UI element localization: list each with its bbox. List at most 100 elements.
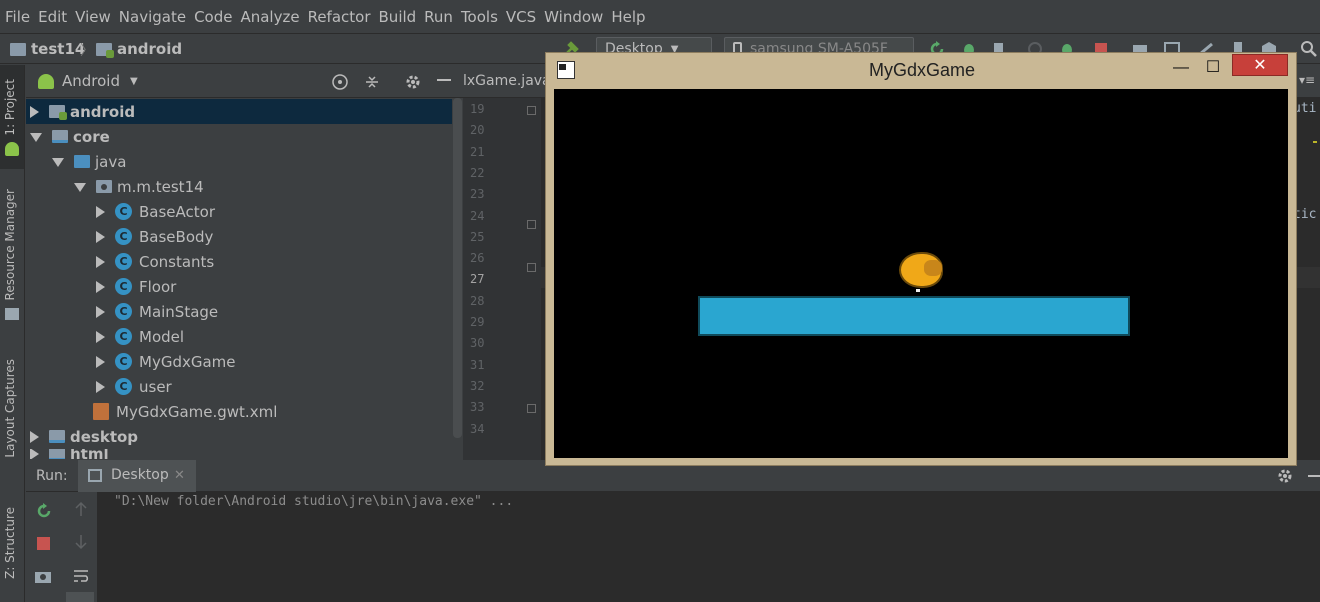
menu-navigate[interactable]: Navigate bbox=[118, 0, 193, 34]
tree-item-label: BaseActor bbox=[139, 202, 215, 221]
tree-item[interactable]: C Model bbox=[26, 324, 452, 349]
stop-icon[interactable] bbox=[35, 535, 53, 553]
game-window-titlebar[interactable]: MyGdxGame — ☐ ✕ bbox=[546, 53, 1296, 89]
tab-list-icon[interactable]: ▾≡ bbox=[1299, 73, 1315, 87]
fold-marker-icon[interactable] bbox=[527, 404, 536, 414]
collapsed-arrow-icon[interactable] bbox=[96, 355, 105, 368]
menu-edit[interactable]: Edit bbox=[37, 0, 74, 34]
console-output-line: "D:\New folder\Android studio\jre\bin\ja… bbox=[114, 494, 514, 509]
tree-item[interactable]: C Floor bbox=[26, 274, 452, 299]
project-panel-header: Android ▼ bbox=[26, 65, 463, 98]
collapsed-arrow-icon[interactable] bbox=[96, 330, 105, 343]
tree-item[interactable]: java bbox=[26, 149, 452, 174]
resource-manager-icon bbox=[5, 308, 19, 320]
line-number: 23 bbox=[470, 187, 485, 202]
menu-file[interactable]: File bbox=[4, 0, 37, 34]
collapsed-arrow-icon[interactable] bbox=[30, 449, 39, 459]
tree-item[interactable]: desktop bbox=[26, 424, 452, 449]
breadcrumb-module[interactable]: android bbox=[96, 34, 182, 64]
menu-refactor[interactable]: Refactor bbox=[307, 0, 378, 34]
maximize-button[interactable]: ☐ bbox=[1198, 55, 1228, 81]
fold-marker-icon[interactable] bbox=[527, 219, 536, 229]
android-icon bbox=[38, 73, 54, 89]
rerun-icon[interactable] bbox=[35, 502, 53, 520]
editor-tab[interactable]: lxGame.java bbox=[463, 73, 551, 89]
line-number: 32 bbox=[470, 378, 485, 393]
line-number: 26 bbox=[470, 251, 485, 266]
floor-platform bbox=[698, 296, 1130, 336]
xml-file-icon bbox=[93, 403, 109, 420]
collapsed-arrow-icon[interactable] bbox=[96, 230, 105, 243]
tree-item[interactable]: C MyGdxGame bbox=[26, 349, 452, 374]
tree-item[interactable]: C BaseBody bbox=[26, 224, 452, 249]
collapse-all-icon[interactable] bbox=[363, 73, 381, 91]
minimize-button[interactable]: — bbox=[1166, 55, 1196, 81]
menu-view[interactable]: View bbox=[74, 0, 118, 34]
tab-resource-manager[interactable]: Resource Manager bbox=[3, 189, 17, 300]
minimize-icon[interactable] bbox=[437, 79, 451, 81]
line-number: 33 bbox=[470, 400, 485, 415]
game-canvas[interactable] bbox=[554, 89, 1288, 458]
tree-item[interactable]: Cuser bbox=[26, 374, 452, 399]
fold-marker-icon[interactable] bbox=[527, 262, 536, 272]
arrow-down-icon[interactable] bbox=[72, 533, 90, 551]
breadcrumb-project[interactable]: test14 bbox=[10, 34, 85, 64]
collapsed-arrow-icon[interactable] bbox=[96, 280, 105, 293]
camera-icon[interactable] bbox=[34, 567, 52, 585]
menu-tools[interactable]: Tools bbox=[460, 0, 505, 34]
collapsed-arrow-icon[interactable] bbox=[30, 105, 39, 118]
arrow-up-icon[interactable] bbox=[72, 500, 90, 518]
tree-item[interactable]: C Constants bbox=[26, 249, 452, 274]
expanded-arrow-icon[interactable] bbox=[52, 158, 64, 167]
run-tab-desktop[interactable]: Desktop bbox=[111, 467, 169, 483]
minimize-icon[interactable] bbox=[1308, 475, 1320, 477]
run-toolbar bbox=[26, 492, 98, 602]
class-icon: C bbox=[115, 278, 132, 295]
menu-code[interactable]: Code bbox=[193, 0, 239, 34]
chevron-down-icon[interactable]: ▼ bbox=[130, 76, 138, 87]
line-number: 25 bbox=[470, 229, 485, 244]
tree-item[interactable]: html bbox=[26, 449, 452, 459]
tab-structure[interactable]: Z: Structure bbox=[3, 507, 17, 579]
fold-marker-icon[interactable] bbox=[527, 106, 536, 115]
tree-item-label: m.m.test14 bbox=[117, 177, 204, 196]
menu-help[interactable]: Help bbox=[610, 0, 652, 34]
collapsed-arrow-icon[interactable] bbox=[96, 255, 105, 268]
collapsed-arrow-icon[interactable] bbox=[96, 205, 105, 218]
menu-build[interactable]: Build bbox=[378, 0, 424, 34]
tree-item-label: core bbox=[73, 127, 110, 146]
tree-scrollbar[interactable] bbox=[453, 98, 462, 438]
tree-item-label: MainStage bbox=[139, 302, 219, 321]
scroll-to-end-button[interactable] bbox=[66, 592, 94, 602]
tree-item[interactable]: android bbox=[26, 99, 452, 124]
gear-icon[interactable] bbox=[1276, 467, 1294, 485]
menu-vcs[interactable]: VCS bbox=[505, 0, 543, 34]
desktop-config-icon bbox=[88, 469, 102, 482]
menu-run[interactable]: Run bbox=[423, 0, 460, 34]
expanded-arrow-icon[interactable] bbox=[30, 133, 42, 142]
tab-project[interactable]: 1: Project bbox=[3, 79, 17, 136]
module-folder-icon bbox=[49, 430, 65, 443]
close-tab-icon[interactable]: ✕ bbox=[174, 468, 185, 483]
project-view-mode[interactable]: Android bbox=[62, 72, 120, 90]
tree-item[interactable]: core bbox=[26, 124, 452, 149]
tree-item[interactable]: m.m.test14 bbox=[26, 174, 452, 199]
collapsed-arrow-icon[interactable] bbox=[30, 430, 39, 443]
soft-wrap-icon[interactable] bbox=[72, 567, 90, 585]
menu-window[interactable]: Window bbox=[543, 0, 610, 34]
tree-item[interactable]: C BaseActor bbox=[26, 199, 452, 224]
collapsed-arrow-icon[interactable] bbox=[96, 305, 105, 318]
gear-icon[interactable] bbox=[404, 73, 422, 91]
collapsed-arrow-icon[interactable] bbox=[96, 380, 105, 393]
close-button[interactable]: ✕ bbox=[1232, 54, 1288, 76]
locate-crosshair-icon[interactable] bbox=[331, 73, 349, 91]
class-icon: C bbox=[115, 253, 132, 270]
tree-item-label: Constants bbox=[139, 252, 215, 271]
search-icon[interactable] bbox=[1300, 40, 1318, 58]
tree-item[interactable]: C MainStage bbox=[26, 299, 452, 324]
tab-layout-captures[interactable]: Layout Captures bbox=[3, 359, 17, 458]
expanded-arrow-icon[interactable] bbox=[74, 183, 86, 192]
menu-analyze[interactable]: Analyze bbox=[239, 0, 306, 34]
tree-item[interactable]: MyGdxGame.gwt.xml bbox=[26, 399, 452, 424]
menu-bar: File Edit View Navigate Code Analyze Ref… bbox=[0, 0, 1320, 34]
